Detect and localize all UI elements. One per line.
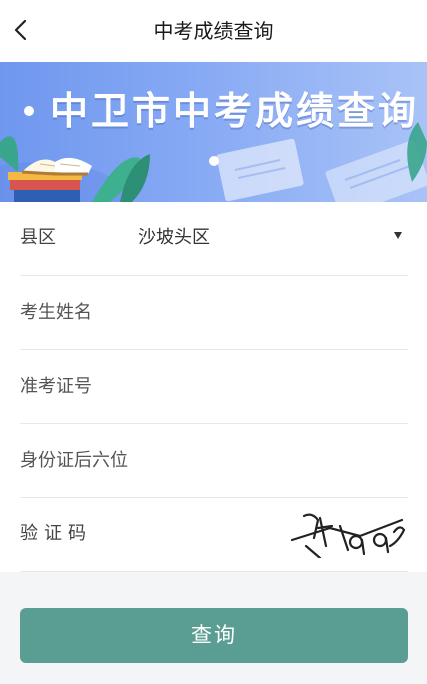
captcha-row: 验证码 <box>20 498 408 572</box>
page-title: 中考成绩查询 <box>153 19 274 43</box>
exam-number-row <box>20 350 408 424</box>
banner: 中卫市中考成绩查询 <box>0 62 427 202</box>
captcha-label: 验证码 <box>20 523 92 544</box>
district-value: 沙坡头区 <box>138 227 210 248</box>
district-label: 县区 <box>20 227 56 248</box>
query-form: 县区 沙坡头区 验证码 <box>0 202 427 572</box>
dot-icon <box>208 155 219 166</box>
query-button[interactable]: 查询 <box>20 608 408 663</box>
id-number-row <box>20 424 408 498</box>
captcha-graphic <box>290 513 406 558</box>
banner-title: 中卫市中考成绩查询 <box>0 86 427 186</box>
dot-icon <box>23 105 34 116</box>
caret-down-icon <box>394 232 402 239</box>
captcha-image[interactable] <box>290 506 408 558</box>
exam-number-input[interactable] <box>20 366 408 406</box>
name-row <box>20 276 408 350</box>
banner-title-text: 中卫市中考成绩查询 <box>49 89 419 133</box>
student-name-input[interactable] <box>20 292 408 332</box>
top-nav-bar: 中考成绩查询 <box>0 0 427 62</box>
district-select[interactable]: 县区 沙坡头区 <box>20 202 408 276</box>
id-last-six-input[interactable] <box>20 440 408 480</box>
